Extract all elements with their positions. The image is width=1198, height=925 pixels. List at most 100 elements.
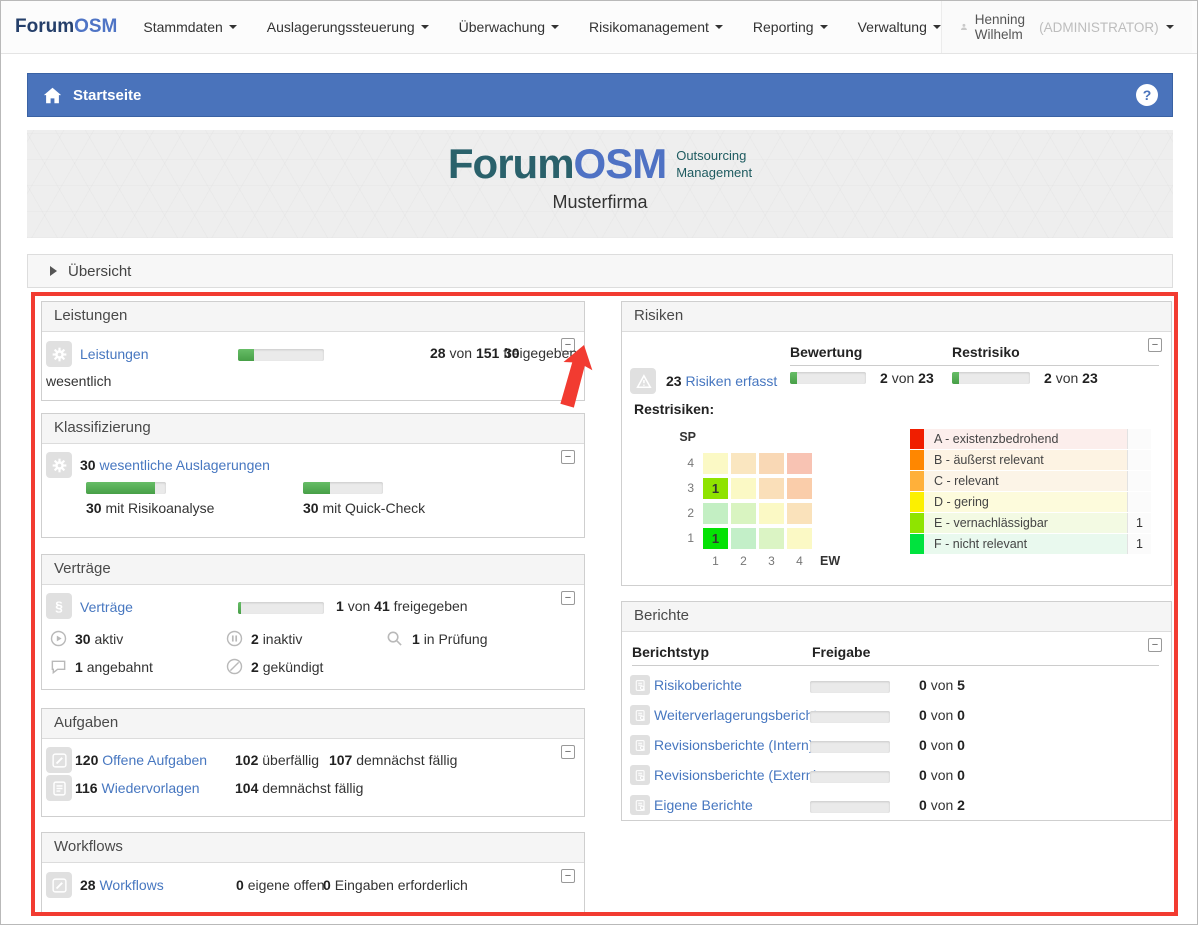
risk-matrix: SP 4 3 1 2 1 <box>678 428 812 574</box>
risk-warning-icon <box>630 368 656 394</box>
quickcheck-bar <box>303 482 383 494</box>
nav-ueberwachung[interactable]: Überwachung <box>459 19 559 35</box>
chevron-down-icon <box>820 25 828 29</box>
legend-swatch <box>910 450 924 470</box>
eigene-offen-stat: 0 eigene offen <box>236 877 325 893</box>
freigabe-stat: 0 von 2 <box>919 797 965 813</box>
legend-swatch <box>910 429 924 449</box>
bewertung-stat: 2 von 23 <box>880 370 934 386</box>
hero-banner: ForumOSM Outsourcing Management Musterfi… <box>27 130 1173 238</box>
nav-auslagerungssteuerung[interactable]: Auslagerungssteuerung <box>267 19 429 35</box>
bericht-row: Eigene Berichte 0 von 2 <box>622 792 1171 822</box>
workflows-stat: 28 Workflows <box>80 877 164 893</box>
report-icon <box>630 675 650 695</box>
legend-row: B - äußerst relevant <box>910 450 1151 470</box>
collapse-button[interactable]: − <box>561 591 575 605</box>
col-header-restrisiko: Restrisiko <box>952 344 1020 360</box>
freigabe-stat: 0 von 0 <box>919 767 965 783</box>
offene-aufgaben-link[interactable]: Offene Aufgaben <box>102 752 207 768</box>
legend-count: 1 <box>1127 513 1151 533</box>
uebersicht-label: Übersicht <box>68 263 131 280</box>
note-icon <box>46 775 72 801</box>
eigene-berichte-link[interactable]: Eigene Berichte <box>654 797 753 813</box>
top-navigation: ForumOSM Stammdaten Auslagerungssteuerun… <box>1 1 1197 54</box>
risk-matrix-cell <box>731 503 756 524</box>
panel-title: Risiken <box>622 302 1171 332</box>
report-icon <box>630 735 650 755</box>
freigabe-bar <box>810 741 890 753</box>
leistungen-link[interactable]: Leistungen <box>80 346 149 362</box>
legend-label: E - vernachlässigbar <box>924 513 1127 533</box>
revisionsberichte-extern-link[interactable]: Revisionsberichte (Extern) <box>654 767 818 783</box>
collapse-button[interactable]: − <box>1148 338 1162 352</box>
progress-fill <box>303 482 330 494</box>
wiedervorlagen-stats: 104 demnächst fällig <box>235 780 363 796</box>
legend-row: D - gering <box>910 492 1151 512</box>
report-icon <box>630 765 650 785</box>
risk-matrix-cell <box>703 503 728 524</box>
freigabe-bar <box>810 711 890 723</box>
company-name: Musterfirma <box>27 192 1173 213</box>
bewertung-bar <box>790 372 866 384</box>
collapse-button[interactable]: − <box>1148 638 1162 652</box>
collapse-button[interactable]: − <box>561 869 575 883</box>
col-header-freigabe: Freigabe <box>812 644 870 660</box>
panel-berichte: Berichte − Berichtstyp Freigabe Risikobe… <box>621 601 1172 821</box>
hero-tagline: Outsourcing Management <box>676 148 752 182</box>
risk-matrix-cell: 1 <box>703 478 728 499</box>
gear-icon <box>46 452 72 478</box>
help-button[interactable]: ? <box>1136 84 1158 106</box>
chevron-down-icon <box>229 25 237 29</box>
workflows-link[interactable]: Workflows <box>99 877 163 893</box>
nav-reporting[interactable]: Reporting <box>753 19 828 35</box>
risk-matrix-cell <box>759 503 784 524</box>
home-icon[interactable] <box>42 86 63 105</box>
user-name: Henning Wilhelm <box>975 12 1032 42</box>
report-icon <box>630 705 650 725</box>
nav-stammdaten[interactable]: Stammdaten <box>143 19 236 35</box>
legend-count <box>1127 492 1151 512</box>
legend-swatch <box>910 513 924 533</box>
weiterverlagerungsberichte-link[interactable]: Weiterverlagerungsberichte <box>654 707 825 723</box>
risk-matrix-cell: 1 <box>703 528 728 549</box>
offene-aufgaben-stats: 102 überfällig 107 demnächst fällig <box>235 752 457 768</box>
matrix-y-label: SP <box>678 428 700 449</box>
chevron-down-icon <box>933 25 941 29</box>
risiken-erfasst: 23 Risiken erfasst <box>666 373 777 389</box>
nav-risikomanagement[interactable]: Risikomanagement <box>589 19 723 35</box>
collapse-button[interactable]: − <box>561 745 575 759</box>
gear-icon <box>46 341 72 367</box>
restrisiken-label: Restrisiken: <box>634 401 714 417</box>
speech-bubble-icon <box>50 658 67 675</box>
revisionsberichte-intern-link[interactable]: Revisionsberichte (Intern) <box>654 737 814 753</box>
panel-leistungen: Leistungen − Leistungen 28 von 151 freig… <box>41 301 585 401</box>
wesentliche-auslagerungen-link[interactable]: wesentliche Auslagerungen <box>99 457 269 473</box>
freigabe-stat: 0 von 5 <box>919 677 965 693</box>
vertraege-link[interactable]: Verträge <box>80 599 133 615</box>
matrix-y-tick: 4 <box>678 453 700 474</box>
freigabe-stat: 0 von 0 <box>919 737 965 753</box>
collapse-button[interactable]: − <box>561 450 575 464</box>
freigabe-bar <box>810 801 890 813</box>
nav-right-section: Henning Wilhelm (ADMINISTRATOR) <box>941 1 1198 53</box>
wiedervorlagen-link[interactable]: Wiedervorlagen <box>101 780 199 796</box>
hero-logo-osm: OSM <box>574 143 667 185</box>
freigabe-bar <box>810 681 890 693</box>
progress-bar <box>238 349 324 361</box>
risk-matrix-cell <box>759 478 784 499</box>
nav-verwaltung[interactable]: Verwaltung <box>858 19 941 35</box>
risiken-erfasst-link[interactable]: Risiken erfasst <box>685 373 777 389</box>
bericht-row: Weiterverlagerungsberichte 0 von 0 <box>622 702 1171 732</box>
risk-matrix-cell <box>787 453 812 474</box>
legend-row: E - vernachlässigbar 1 <box>910 513 1151 533</box>
wiedervorlagen: 116 Wiedervorlagen <box>75 780 200 796</box>
user-menu[interactable]: Henning Wilhelm (ADMINISTRATOR) <box>941 1 1192 53</box>
legend-swatch <box>910 471 924 491</box>
legend-label: D - gering <box>924 492 1127 512</box>
uebersicht-accordion[interactable]: Übersicht <box>27 254 1173 288</box>
matrix-x-tick: 2 <box>731 553 756 574</box>
app-logo[interactable]: ForumOSM <box>15 16 117 38</box>
risk-legend: A - existenzbedrohend B - äußerst releva… <box>910 429 1151 555</box>
risikoanalyse-stat: 30 mit Risikoanalyse <box>86 500 214 516</box>
risikoberichte-link[interactable]: Risikoberichte <box>654 677 742 693</box>
